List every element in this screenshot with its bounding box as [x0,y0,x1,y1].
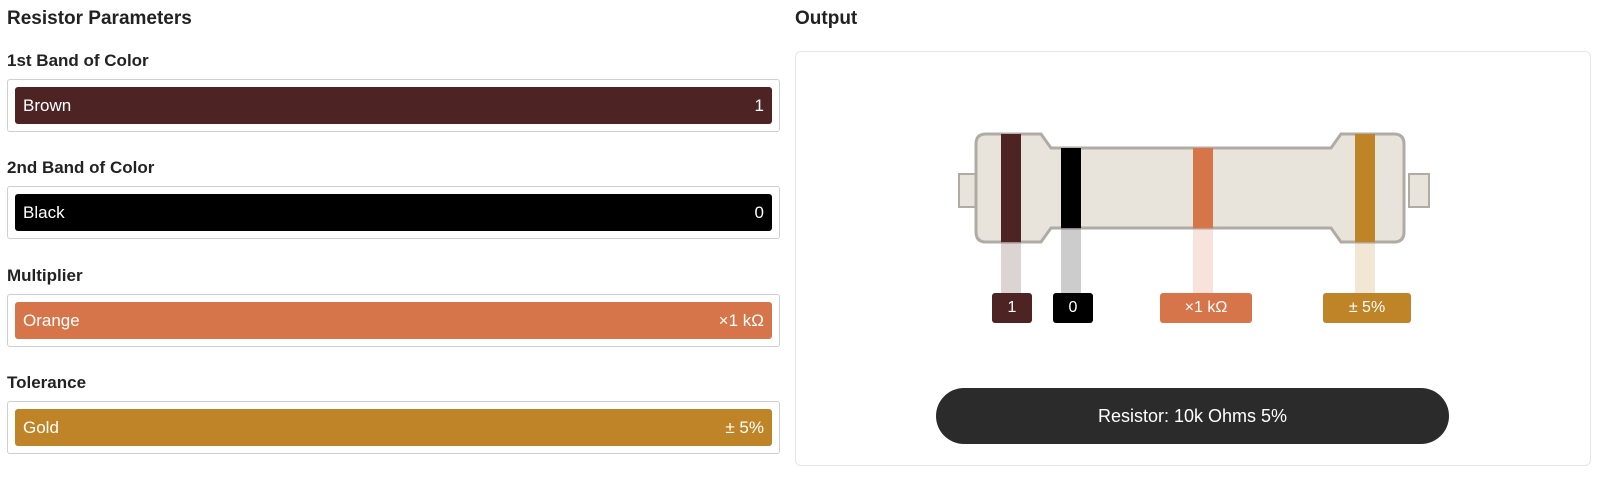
band1-label: 1st Band of Color [7,51,149,70]
tolerance-select[interactable]: Gold ± 5% [7,401,780,454]
band1-select[interactable]: Brown 1 [7,79,780,132]
output-panel: 1 0 ×1 kΩ ± 5% Resistor: 10k Ohms 5% [795,51,1591,466]
parameters-title: Resistor Parameters [7,8,192,29]
multiplier-selected-option[interactable]: Orange ×1 kΩ [15,302,772,339]
multiplier-stripe [1193,148,1213,228]
multiplier-select[interactable]: Orange ×1 kΩ [7,294,780,347]
band2-label: 2nd Band of Color [7,158,155,177]
band1-stripe [1001,134,1021,242]
band2-selected-option[interactable]: Black 0 [15,194,772,231]
tolerance-stripe [1355,134,1375,242]
band2-stripe [1061,148,1081,228]
band2-connector [1061,228,1081,302]
resistor-body [974,132,1406,244]
output-title: Output [795,8,858,29]
band2-value-tag: 0 [1053,293,1093,323]
band1-value-tag: 1 [992,293,1032,323]
multiplier-label: Multiplier [7,266,83,285]
tolerance-value: ± 5% [725,417,764,437]
multiplier-value: ×1 kΩ [718,310,764,330]
tolerance-color-name: Gold [23,417,59,437]
band1-color-name: Brown [23,95,72,115]
multiplier-color-name: Orange [23,310,80,330]
tolerance-value-tag: ± 5% [1323,293,1411,323]
tolerance-label: Tolerance [7,373,87,392]
band2-color-name: Black [23,202,65,222]
band1-value: 1 [754,95,764,115]
band1-selected-option[interactable]: Brown 1 [15,87,772,124]
band2-value: 0 [754,202,764,222]
multiplier-connector [1193,228,1213,302]
right-lead [1408,173,1430,208]
result-display: Resistor: 10k Ohms 5% [936,388,1449,444]
tolerance-selected-option[interactable]: Gold ± 5% [15,409,772,446]
band2-select[interactable]: Black 0 [7,186,780,239]
multiplier-value-tag: ×1 kΩ [1160,293,1252,323]
